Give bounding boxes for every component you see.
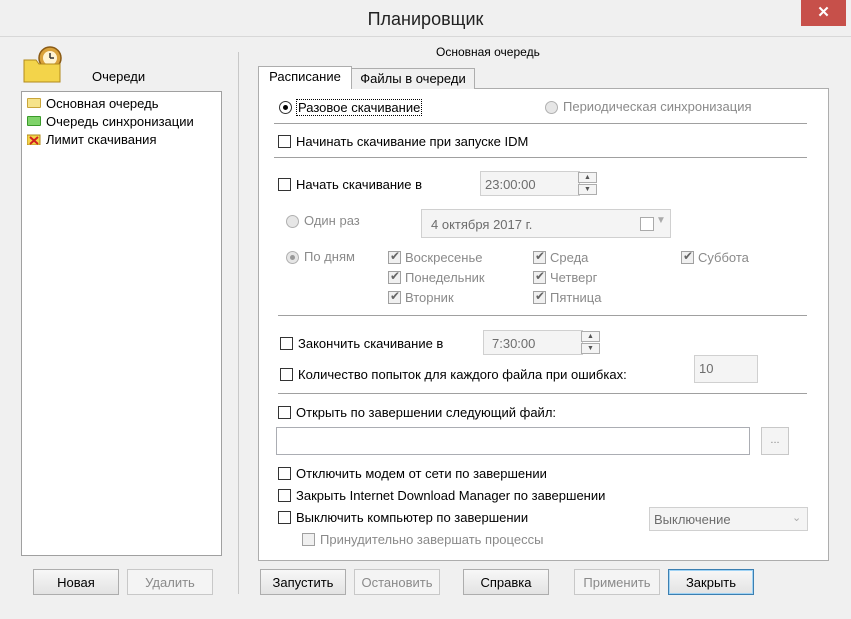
retries-field[interactable]: 10: [694, 355, 758, 383]
day-checkbox-friday[interactable]: [533, 289, 546, 304]
once-download-label: Разовое скачивание: [296, 99, 423, 116]
tab-schedule[interactable]: Расписание: [258, 66, 352, 89]
day-label-friday: Пятница: [550, 290, 602, 305]
apply-button[interactable]: Применить: [574, 569, 660, 595]
retries-value: 10: [699, 361, 714, 376]
hangup-checkbox[interactable]: [278, 467, 291, 480]
once-date-value: 4 октября 2017 г.: [431, 217, 533, 232]
separator: [278, 315, 807, 316]
stop-at-label: Закончить скачивание в: [298, 336, 444, 351]
shutdown-label: Выключить компьютер по завершении: [296, 510, 529, 525]
calendar-icon: [640, 217, 654, 231]
delete-queue-button[interactable]: Удалить: [127, 569, 213, 595]
help-button[interactable]: Справка: [463, 569, 549, 595]
day-label-thursday: Четверг: [550, 270, 598, 285]
queue-item-label: Очередь синхронизации: [46, 114, 194, 129]
day-checkbox-monday[interactable]: [388, 269, 401, 284]
exit-idm-label: Закрыть Internet Download Manager по зав…: [296, 488, 606, 503]
hangup-label: Отключить модем от сети по завершении: [296, 466, 547, 481]
force-close-label: Принудительно завершать процессы: [320, 532, 544, 547]
start-at-checkbox[interactable]: [278, 178, 291, 191]
start-on-launch-checkbox[interactable]: [278, 135, 291, 148]
separator: [274, 123, 807, 124]
day-label-wednesday: Среда: [550, 250, 589, 265]
force-close-checkbox[interactable]: [302, 533, 315, 546]
stop-time-value: 7:30:00: [492, 336, 536, 351]
chevron-down-icon: ⌄: [792, 512, 802, 524]
start-time-down-button[interactable]: ▼: [578, 184, 597, 195]
close-button[interactable]: ✕: [801, 0, 846, 26]
day-label-tuesday: Вторник: [405, 290, 454, 305]
stop-time-field[interactable]: 7:30:00: [483, 330, 583, 355]
open-file-checkbox[interactable]: [278, 406, 291, 419]
stop-time-up-button[interactable]: ▲: [581, 331, 600, 342]
list-item[interactable]: Основная очередь: [24, 94, 217, 112]
shutdown-checkbox[interactable]: [278, 511, 291, 524]
queue-folder-icon: [27, 98, 41, 108]
window-title: Планировщик: [367, 9, 484, 29]
day-checkbox-tuesday[interactable]: [388, 289, 401, 304]
start-time-value: 23:00:00: [485, 177, 536, 192]
sync-folder-icon: [27, 116, 41, 126]
once-date-picker[interactable]: 4 октября 2017 г. ▼: [421, 209, 671, 238]
once-radio[interactable]: [286, 215, 299, 228]
start-queue-button[interactable]: Запустить: [260, 569, 346, 595]
queue-item-label: Лимит скачивания: [46, 132, 157, 147]
close-dialog-button[interactable]: Закрыть: [668, 569, 754, 595]
once-label: Один раз: [304, 213, 360, 228]
queues-logo-icon: [20, 44, 64, 84]
separator: [278, 393, 807, 394]
day-label-sunday: Воскресенье: [405, 250, 483, 265]
chevron-down-icon: ▼: [656, 215, 666, 226]
day-checkbox-wednesday[interactable]: [533, 249, 546, 264]
queue-list[interactable]: Основная очередь Очередь синхронизации Л…: [21, 91, 222, 556]
day-checkbox-sunday[interactable]: [388, 249, 401, 264]
stop-queue-button[interactable]: Остановить: [354, 569, 440, 595]
retries-checkbox[interactable]: [280, 368, 293, 381]
tab-files[interactable]: Файлы в очереди: [351, 68, 475, 89]
start-time-up-button[interactable]: ▲: [578, 172, 597, 183]
stop-time-down-button[interactable]: ▼: [581, 343, 600, 354]
day-checkbox-thursday[interactable]: [533, 269, 546, 284]
panel-divider: [238, 52, 239, 594]
new-queue-button[interactable]: Новая: [33, 569, 119, 595]
limit-icon: [26, 133, 41, 146]
day-label-monday: Понедельник: [405, 270, 485, 285]
once-download-radio[interactable]: [279, 101, 292, 114]
day-label-saturday: Суббота: [698, 250, 749, 265]
periodic-sync-label: Периодическая синхронизация: [563, 99, 752, 114]
open-file-label: Открыть по завершении следующий файл:: [296, 405, 557, 420]
separator: [274, 157, 807, 158]
periodic-sync-radio[interactable]: [545, 101, 558, 114]
open-file-path-field[interactable]: [276, 427, 750, 455]
day-checkbox-saturday[interactable]: [681, 249, 694, 264]
start-time-field[interactable]: 23:00:00: [480, 171, 580, 196]
daily-label: По дням: [304, 249, 355, 264]
queues-heading: Очереди: [92, 69, 146, 84]
browse-button[interactable]: ...: [761, 427, 789, 455]
list-item[interactable]: Очередь синхронизации: [24, 112, 217, 130]
daily-radio[interactable]: [286, 251, 299, 264]
shutdown-mode-value: Выключение: [654, 512, 731, 527]
start-on-launch-label: Начинать скачивание при запуске IDM: [296, 134, 529, 149]
retries-label: Количество попыток для каждого файла при…: [298, 367, 627, 382]
queue-item-label: Основная очередь: [46, 96, 159, 111]
shutdown-mode-select[interactable]: Выключение ⌄: [649, 507, 808, 531]
stop-at-checkbox[interactable]: [280, 337, 293, 350]
start-at-label: Начать скачивание в: [296, 177, 423, 192]
list-item[interactable]: Лимит скачивания: [24, 130, 217, 148]
queue-name-heading: Основная очередь: [436, 45, 540, 59]
exit-idm-checkbox[interactable]: [278, 489, 291, 502]
